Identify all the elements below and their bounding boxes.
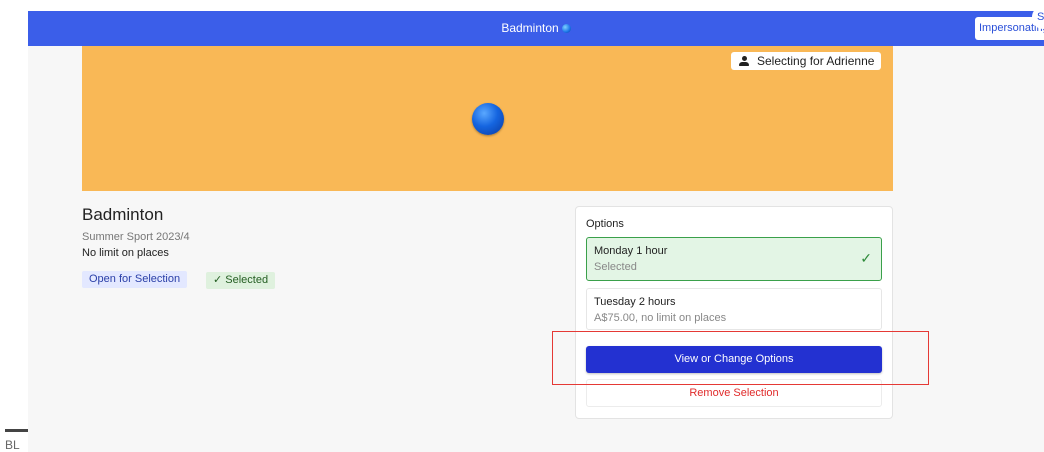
selecting-for-chip[interactable]: Selecting for Adrienne xyxy=(731,52,882,70)
option-tuesday-2-hours[interactable]: Tuesday 2 hours A$75.00, no limit on pla… xyxy=(586,288,882,330)
sport-hero-banner: Selecting for Adrienne xyxy=(82,46,893,191)
status-badge-selected: ✓ Selected xyxy=(206,272,276,289)
sport-season: Summer Sport 2023/4 xyxy=(82,231,190,243)
ball-icon xyxy=(561,24,571,33)
person-icon xyxy=(739,56,749,66)
options-heading: Options xyxy=(586,218,624,230)
footer-fragment-text: BL xyxy=(5,438,20,452)
option-monday-1-hour[interactable]: Monday 1 hour Selected ✓ xyxy=(586,237,882,281)
footer-divider xyxy=(5,429,28,432)
app-title-text: Badminton xyxy=(501,21,559,35)
app-title: Badminton xyxy=(28,21,1044,35)
option-name: Monday 1 hour xyxy=(594,245,668,257)
option-name: Tuesday 2 hours xyxy=(594,296,676,308)
remove-selection-link[interactable]: Remove Selection xyxy=(587,387,881,399)
status-badge-open: Open for Selection xyxy=(82,271,188,288)
option-detail: Selected xyxy=(594,261,637,273)
top-header-bar: Badminton Impersonating xyxy=(28,11,1044,46)
sport-title: Badminton xyxy=(82,205,164,224)
option-detail: A$75.00, no limit on places xyxy=(594,312,727,324)
checkmark-icon: ✓ xyxy=(860,250,872,266)
ball-icon xyxy=(472,103,504,135)
sport-places-limit: No limit on places xyxy=(82,247,169,259)
selecting-for-label: Selecting for Adrienne xyxy=(757,54,875,68)
app-root: Badminton Impersonating S Selecting for … xyxy=(0,0,1044,452)
highlight-annotation-box xyxy=(552,331,929,385)
